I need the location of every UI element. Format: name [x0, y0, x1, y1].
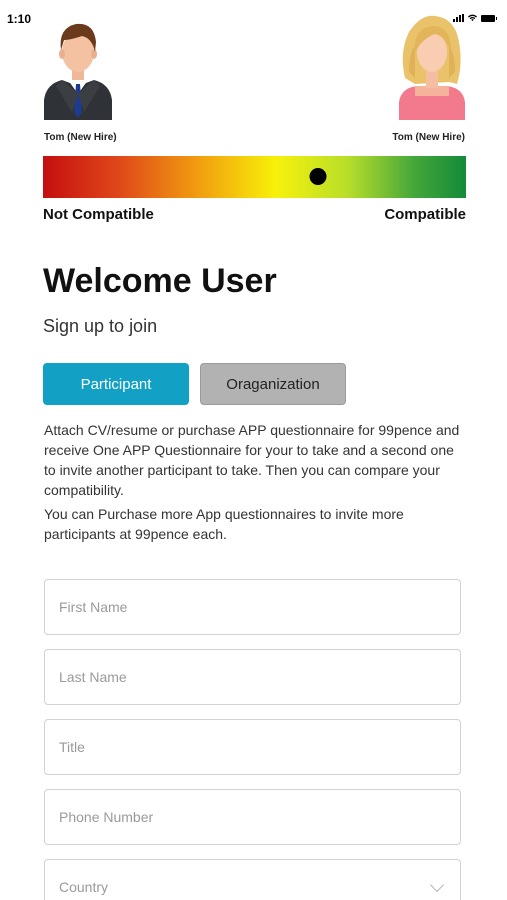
compatibility-meter	[43, 156, 466, 198]
country-select-placeholder: Country	[59, 879, 109, 895]
description-paragraph-1: Attach CV/resume or purchase APP questio…	[44, 422, 460, 498]
tab-organization[interactable]: Oraganization	[200, 363, 346, 405]
phone-number-field[interactable]	[44, 789, 461, 845]
page-title: Welcome User	[43, 262, 277, 300]
tab-participant[interactable]: Participant	[43, 363, 189, 405]
country-select[interactable]: Country	[44, 859, 461, 900]
female-avatar-icon	[399, 15, 465, 120]
not-compatible-label: Not Compatible	[43, 206, 154, 223]
battery-icon	[481, 14, 497, 22]
description-paragraph-2: You can Purchase more App questionnaires…	[44, 506, 404, 542]
last-name-field[interactable]	[44, 649, 461, 705]
compatibility-indicator	[309, 168, 327, 185]
left-profile-name: Tom (New Hire)	[44, 132, 117, 143]
phone-number-input[interactable]	[59, 809, 460, 825]
last-name-input[interactable]	[59, 669, 460, 685]
first-name-field[interactable]	[44, 579, 461, 635]
compatible-label: Compatible	[384, 206, 466, 223]
right-profile-name: Tom (New Hire)	[392, 132, 465, 143]
chevron-down-icon	[429, 877, 445, 893]
first-name-input[interactable]	[59, 599, 460, 615]
status-time: 1:10	[7, 12, 32, 26]
title-field[interactable]	[44, 719, 461, 775]
wifi-icon	[468, 14, 477, 22]
title-input[interactable]	[59, 739, 460, 755]
male-avatar-icon	[44, 23, 112, 120]
page-subtitle: Sign up to join	[43, 316, 158, 336]
